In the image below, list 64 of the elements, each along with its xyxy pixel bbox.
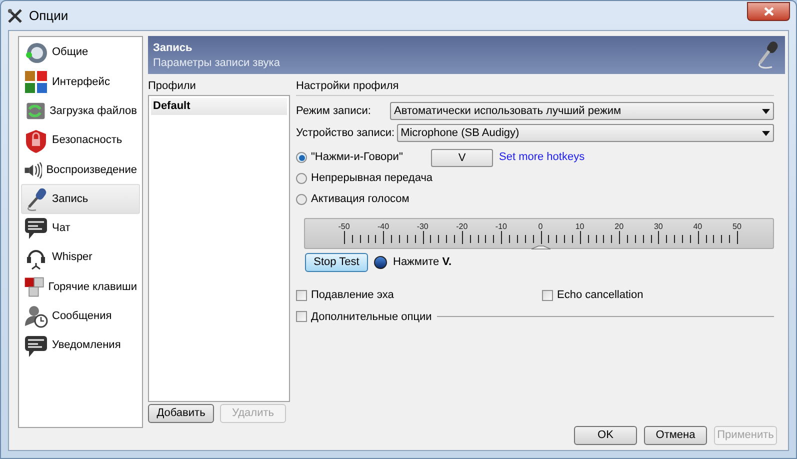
tick-label: -30 <box>416 222 428 231</box>
chat-bubble-icon <box>24 216 48 240</box>
close-button[interactable] <box>747 2 790 21</box>
category-item[interactable]: Общие <box>21 38 140 68</box>
hotkey-button[interactable]: V <box>431 148 493 166</box>
tick-label: -40 <box>378 222 390 231</box>
category-item[interactable]: Уведомления <box>21 330 140 360</box>
category-item[interactable]: Интерфейс <box>21 67 140 97</box>
color-grid-icon <box>24 70 48 94</box>
field-label: Режим записи: <box>296 104 372 119</box>
cancel-button[interactable]: Отмена <box>644 426 707 445</box>
category-item[interactable]: Воспроизведение <box>21 155 140 184</box>
dropdown[interactable]: Автоматически использовать лучший режим <box>390 102 774 120</box>
caret-icon <box>762 130 770 136</box>
hotkeys-link[interactable]: Set more hotkeys <box>499 149 585 166</box>
tick-label: -10 <box>495 222 507 231</box>
status-text: Нажмите V. <box>393 255 452 270</box>
tick-label: 10 <box>575 222 584 231</box>
category-item[interactable]: Загрузка файлов <box>21 96 140 126</box>
window-title: Опции <box>29 6 68 25</box>
stop-test-button[interactable]: Stop Test <box>305 253 368 272</box>
category-item[interactable]: Чат <box>21 214 140 244</box>
checkbox[interactable] <box>296 290 307 301</box>
dropdown[interactable]: Microphone (SB Audigy) <box>396 124 774 142</box>
radio-label: Активация голосом <box>311 192 410 208</box>
tick-label: -50 <box>338 222 350 231</box>
padlock-shield-icon <box>24 128 48 153</box>
caret-icon <box>762 108 770 114</box>
person-clock-icon <box>24 304 48 328</box>
checkbox[interactable] <box>542 290 553 301</box>
category-item[interactable]: Безопасность <box>21 126 140 156</box>
tick-label: -20 <box>456 222 468 231</box>
radio-label: "Нажми-и-Говори" <box>311 150 404 166</box>
tools-icon <box>7 8 23 24</box>
category-item[interactable]: Горячие клавиши <box>21 272 140 302</box>
tick-label: 30 <box>654 222 663 231</box>
header-title: Запись <box>153 41 194 56</box>
speaker-logo-icon <box>24 40 48 65</box>
header-subtitle: Параметры записи звука <box>153 56 281 70</box>
category-item[interactable]: Whisper <box>21 243 140 272</box>
category-item[interactable]: Сообщения <box>21 302 140 331</box>
ok-button[interactable]: OK <box>574 426 637 445</box>
profile-item[interactable]: Default <box>151 98 287 115</box>
slider-thumb[interactable] <box>531 246 551 250</box>
radio-button[interactable] <box>296 173 307 184</box>
radio-label: Непрерывная передача <box>311 171 433 186</box>
tick-label: 50 <box>732 222 742 231</box>
tick-label: 20 <box>614 222 624 231</box>
chat-bubble-icon <box>24 334 48 358</box>
radio-button[interactable] <box>296 194 307 205</box>
close-icon <box>764 7 774 16</box>
add-button[interactable]: Добавить <box>148 404 214 423</box>
squares-icon <box>24 275 44 300</box>
section-label: Настройки профиля <box>296 79 400 93</box>
section-label: Профили <box>148 79 197 93</box>
tick-label: 0 <box>538 222 543 231</box>
checkbox-label: Echo cancellation <box>557 288 644 303</box>
checkbox-label: Дополнительные опции <box>311 310 432 324</box>
checkbox-label: Подавление эха <box>311 288 394 303</box>
category-item[interactable]: Запись <box>21 184 140 214</box>
tick-label: 40 <box>693 222 702 231</box>
checkbox[interactable] <box>296 311 307 322</box>
field-label: Устройство записи: <box>296 126 395 141</box>
radio-button[interactable] <box>296 152 307 163</box>
